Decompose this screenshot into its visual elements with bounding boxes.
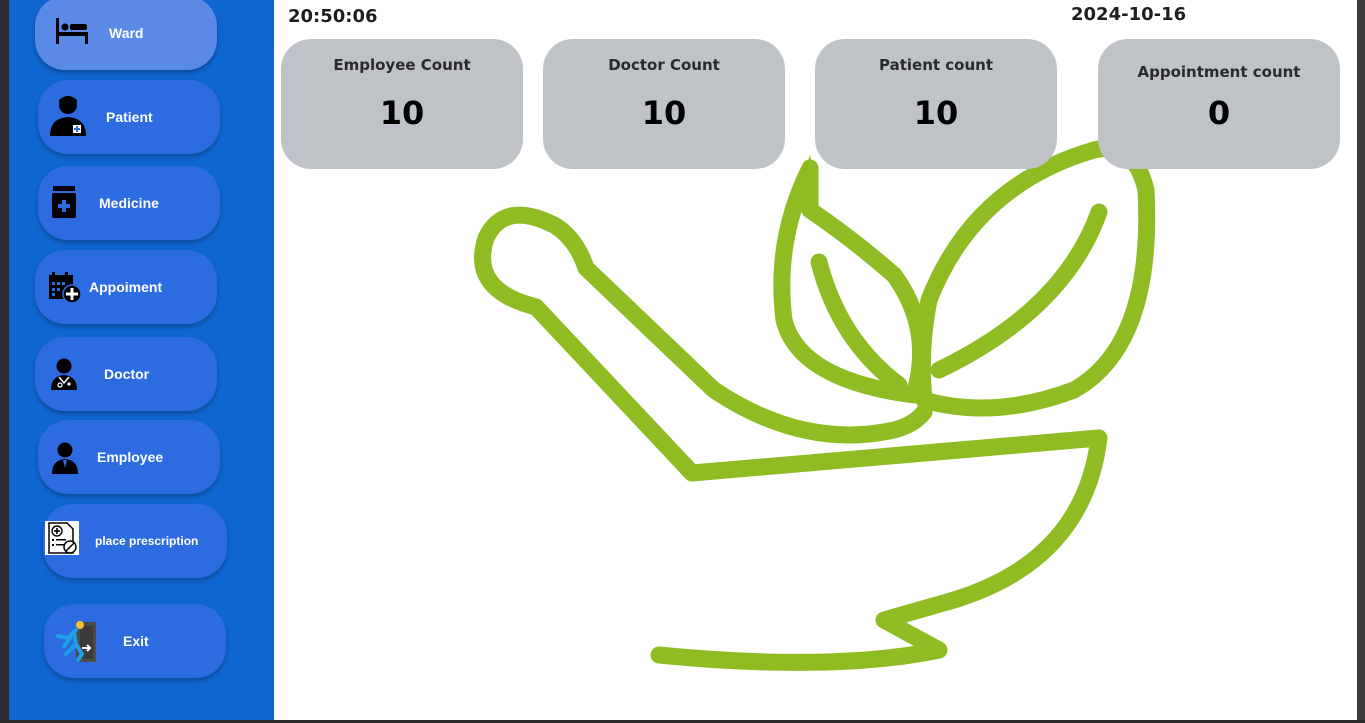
- doctor-count-value: 10: [641, 94, 687, 132]
- patient-icon: [48, 94, 88, 136]
- doctor-count-title: Doctor Count: [608, 56, 720, 74]
- appointment-label: Appoiment: [89, 279, 163, 295]
- appointment-button[interactable]: Appoiment: [35, 250, 217, 324]
- ward-button[interactable]: Ward: [35, 0, 217, 70]
- current-date: 2024-10-16: [1071, 4, 1187, 25]
- prescription-icon: [45, 521, 79, 555]
- bed-icon: [55, 18, 89, 44]
- doctor-button[interactable]: Doctor: [35, 337, 217, 411]
- patient-count-title: Patient count: [879, 56, 993, 74]
- employee-icon: [52, 442, 78, 474]
- place-prescription-label: place prescription: [95, 534, 199, 548]
- window-left-edge: [0, 0, 9, 723]
- window-right-edge: [1357, 0, 1365, 723]
- patient-count-card: Patient count 10: [815, 39, 1057, 169]
- sidebar: Ward Patient Medicine Appoiment Doctor E…: [9, 0, 274, 720]
- medicine-button[interactable]: Medicine: [38, 166, 220, 240]
- exit-icon: [54, 618, 100, 664]
- doctor-label: Doctor: [104, 366, 150, 382]
- exit-label: Exit: [123, 633, 149, 649]
- patient-label: Patient: [106, 109, 153, 125]
- medicine-label: Medicine: [99, 195, 159, 211]
- employee-label: Employee: [97, 449, 164, 465]
- appointment-count-value: 0: [1207, 94, 1231, 132]
- patient-count-value: 10: [913, 94, 959, 132]
- employee-count-value: 10: [379, 94, 425, 132]
- place-prescription-button[interactable]: place prescription: [43, 504, 227, 578]
- ward-label: Ward: [109, 25, 144, 41]
- appointment-count-title: Appointment count: [1137, 63, 1301, 81]
- exit-button[interactable]: Exit: [44, 604, 226, 678]
- appointment-count-card: Appointment count 0: [1098, 39, 1340, 169]
- doctor-count-card: Doctor Count 10: [543, 39, 785, 169]
- medicine-icon: [52, 186, 76, 218]
- doctor-icon: [50, 358, 78, 390]
- appointment-calendar-icon: [48, 272, 82, 304]
- employee-button[interactable]: Employee: [38, 420, 220, 494]
- patient-button[interactable]: Patient: [38, 80, 220, 154]
- employee-count-card: Employee Count 10: [281, 39, 523, 169]
- clock-time: 20:50:06: [288, 6, 378, 27]
- employee-count-title: Employee Count: [333, 56, 471, 74]
- dashboard-main: 20:50:06 2024-10-16 Employee Count 10 Do…: [274, 0, 1357, 720]
